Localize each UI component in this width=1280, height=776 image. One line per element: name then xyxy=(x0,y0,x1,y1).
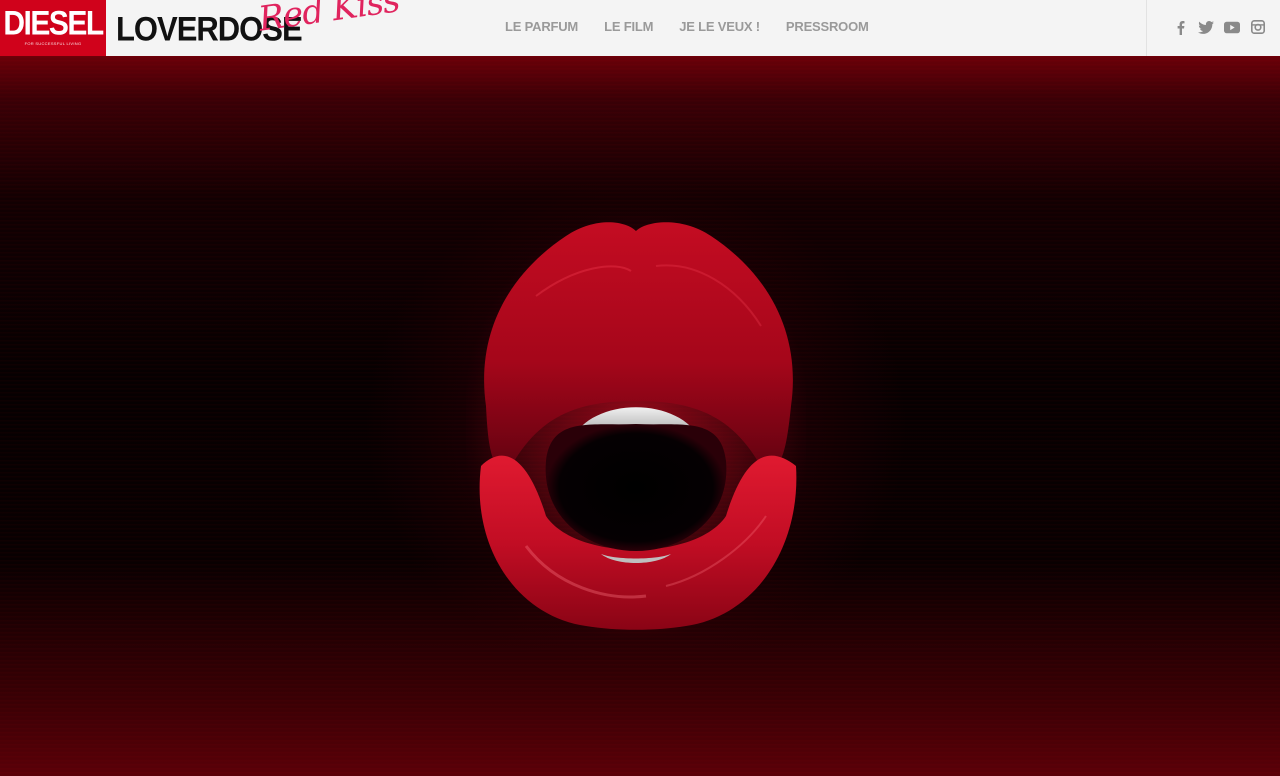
nav-le-film[interactable]: LE FILM xyxy=(604,19,653,34)
divider xyxy=(1146,0,1147,56)
nav-pressroom[interactable]: PRESSROOM xyxy=(786,19,869,34)
social-links xyxy=(1146,0,1266,56)
red-lips-visual xyxy=(466,216,806,636)
nav-je-le-veux[interactable]: JE LE VEUX ! xyxy=(679,19,760,34)
twitter-icon[interactable] xyxy=(1198,17,1214,37)
red-kiss-logo[interactable]: Red Kiss xyxy=(256,0,402,40)
main-nav: LE PARFUM LE FILM JE LE VEUX ! PRESSROOM xyxy=(505,19,895,34)
diesel-logo[interactable]: DIESEL FOR SUCCESSFUL LIVING xyxy=(0,0,106,56)
youtube-icon[interactable] xyxy=(1224,17,1240,37)
hero-banner xyxy=(0,56,1280,776)
instagram-icon[interactable] xyxy=(1250,17,1266,37)
top-navigation-bar: DIESEL FOR SUCCESSFUL LIVING LOVERDOSE R… xyxy=(0,0,1280,56)
nav-le-parfum[interactable]: LE PARFUM xyxy=(505,19,578,34)
facebook-icon[interactable] xyxy=(1172,17,1188,37)
diesel-logo-text: DIESEL xyxy=(3,4,104,43)
diesel-tagline: FOR SUCCESSFUL LIVING xyxy=(24,41,82,46)
